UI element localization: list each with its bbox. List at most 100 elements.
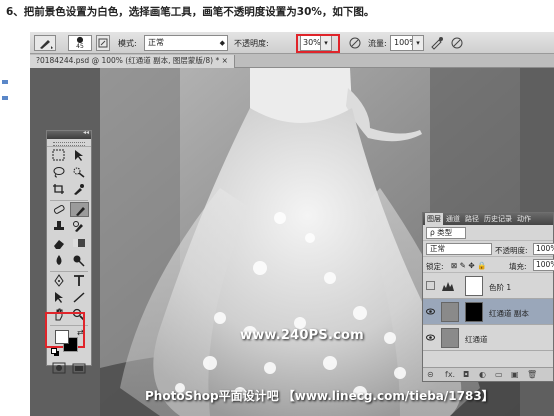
path-select-icon — [55, 292, 63, 303]
brush-icon — [76, 207, 85, 216]
tab-layers[interactable]: 图层 — [425, 213, 443, 225]
tab-paths[interactable]: 路径 — [463, 213, 481, 225]
eye-icon[interactable] — [426, 333, 435, 342]
type-tool-button[interactable] — [70, 273, 89, 288]
airbrush-button[interactable] — [430, 35, 444, 51]
crop-tool-button[interactable] — [50, 182, 69, 197]
eyedropper-icon — [74, 184, 84, 195]
pen-pressure-icon — [349, 37, 361, 49]
tool-row — [47, 164, 91, 181]
foreground-color-swatch[interactable] — [55, 330, 69, 344]
dodge-tool-button[interactable] — [70, 253, 89, 268]
quick-select-icon — [73, 167, 85, 178]
tools-panel-header[interactable]: ◂◂ — [47, 129, 91, 139]
layer-thumbnail[interactable] — [441, 328, 459, 348]
left-mark — [2, 80, 8, 84]
dodge-icon — [73, 255, 85, 267]
blend-row: 正常 不透明度: 100% — [423, 241, 554, 257]
mode-label: 模式: — [118, 39, 137, 48]
mode-value: 正常 — [148, 38, 164, 47]
clone-stamp-tool-button[interactable] — [50, 219, 69, 234]
left-margin — [0, 32, 28, 416]
eye-icon[interactable] — [426, 307, 435, 316]
line-tool-button[interactable] — [70, 290, 89, 305]
fx-icon[interactable]: fx. — [445, 370, 455, 379]
blend-mode-select[interactable]: 正常 — [426, 243, 492, 255]
gradient-icon — [73, 239, 85, 247]
pressure-opacity-button[interactable] — [348, 35, 362, 51]
move-tool-button[interactable] — [70, 148, 89, 163]
layer-name: 红通道 副本 — [489, 309, 529, 318]
pen-pressure-size-icon — [451, 37, 463, 49]
history-brush-tool-button[interactable] — [70, 219, 89, 234]
new-layer-icon[interactable]: ▣ — [511, 370, 519, 379]
screen-mode-icon — [72, 363, 86, 374]
opacity-label: 不透明度: — [234, 39, 269, 48]
layer-mask-thumbnail[interactable] — [465, 302, 483, 322]
layer-mask-thumbnail[interactable] — [465, 276, 483, 296]
left-mark — [2, 96, 8, 100]
layer-row-levels[interactable]: 色阶 1 — [423, 273, 553, 299]
pen-tool-button[interactable] — [50, 273, 69, 288]
default-colors-icon[interactable] — [51, 348, 60, 357]
collapse-icon[interactable]: ◂◂ — [83, 129, 89, 136]
tab-history[interactable]: 历史记录 — [482, 213, 514, 225]
move-icon — [75, 150, 83, 161]
tab-channels[interactable]: 通道 — [444, 213, 462, 225]
flow-label: 流量: — [368, 39, 387, 48]
pen-icon — [54, 274, 64, 287]
levels-icon — [442, 282, 454, 291]
brush-preview-dot: ● — [76, 35, 84, 44]
brush-preset-picker[interactable]: ● 45 — [68, 35, 92, 51]
layer-row-red-channel[interactable]: 红通道 — [423, 325, 553, 351]
gradient-tool-button[interactable] — [70, 236, 89, 251]
link-icon[interactable]: ⊝ — [427, 370, 434, 379]
trash-icon[interactable]: 🗑 — [527, 370, 537, 379]
airbrush-icon — [431, 37, 443, 50]
tab-actions[interactable]: 动作 — [515, 213, 533, 225]
line-icon — [73, 292, 85, 303]
quick-select-tool-button[interactable] — [70, 165, 89, 180]
blur-tool-button[interactable] — [50, 253, 69, 268]
tool-row — [47, 289, 91, 306]
tool-row — [47, 235, 91, 252]
marquee-tool-button[interactable] — [50, 148, 69, 163]
layer-row-red-channel-copy[interactable]: 红通道 副本 — [423, 299, 553, 325]
layer-opacity-input[interactable]: 100% — [533, 243, 554, 255]
eyedropper-tool-button[interactable] — [70, 182, 89, 197]
mask-icon[interactable]: ◘ — [463, 370, 469, 379]
tool-row — [47, 360, 91, 377]
flow-dropdown-button[interactable]: ▾ — [412, 35, 424, 51]
brush-panel-button[interactable] — [96, 35, 110, 51]
tool-row — [47, 181, 91, 198]
tool-preset-picker[interactable] — [34, 35, 56, 51]
tool-row — [47, 201, 91, 218]
lock-icons[interactable]: ⊠ ✎ ✥ 🔒 — [451, 261, 486, 270]
eraser-icon — [54, 240, 64, 249]
quick-mask-button[interactable] — [50, 361, 69, 376]
adjustment-icon[interactable]: ◐ — [479, 370, 486, 379]
path-select-tool-button[interactable] — [50, 290, 69, 305]
layer-kind-filter[interactable]: ρ 类型 — [426, 227, 466, 239]
visibility-off-icon[interactable] — [426, 281, 435, 290]
brush-tool-button[interactable] — [70, 202, 89, 217]
pressure-size-button[interactable] — [450, 35, 464, 51]
eraser-tool-button[interactable] — [50, 236, 69, 251]
tool-row — [47, 147, 91, 164]
screen-mode-button[interactable] — [70, 361, 89, 376]
document-tab[interactable]: ?0184244.psd @ 100% (红通道 副本, 图层蒙版/8) * × — [30, 55, 235, 68]
tools-panel-grip[interactable] — [47, 139, 91, 147]
layers-panel-tabs: 图层 通道 路径 历史记录 动作 — [423, 213, 553, 225]
document-tab-bar: ?0184244.psd @ 100% (红通道 副本, 图层蒙版/8) * × — [30, 54, 554, 68]
layer-thumbnail[interactable] — [441, 302, 459, 322]
fill-input[interactable]: 100% — [533, 259, 554, 271]
type-icon — [74, 275, 84, 286]
healing-tool-button[interactable] — [50, 202, 69, 217]
layer-name: 红通道 — [465, 335, 488, 344]
history-brush-icon — [73, 221, 83, 232]
healing-icon — [53, 205, 65, 214]
lasso-tool-button[interactable] — [50, 165, 69, 180]
options-bar: ● 45 模式: 正常 ◆ 不透明度: 30% ▾ 流量: 100% ▾ — [30, 32, 554, 54]
folder-icon[interactable]: ▭ — [495, 370, 503, 379]
mode-select[interactable]: 正常 ◆ — [144, 35, 228, 51]
